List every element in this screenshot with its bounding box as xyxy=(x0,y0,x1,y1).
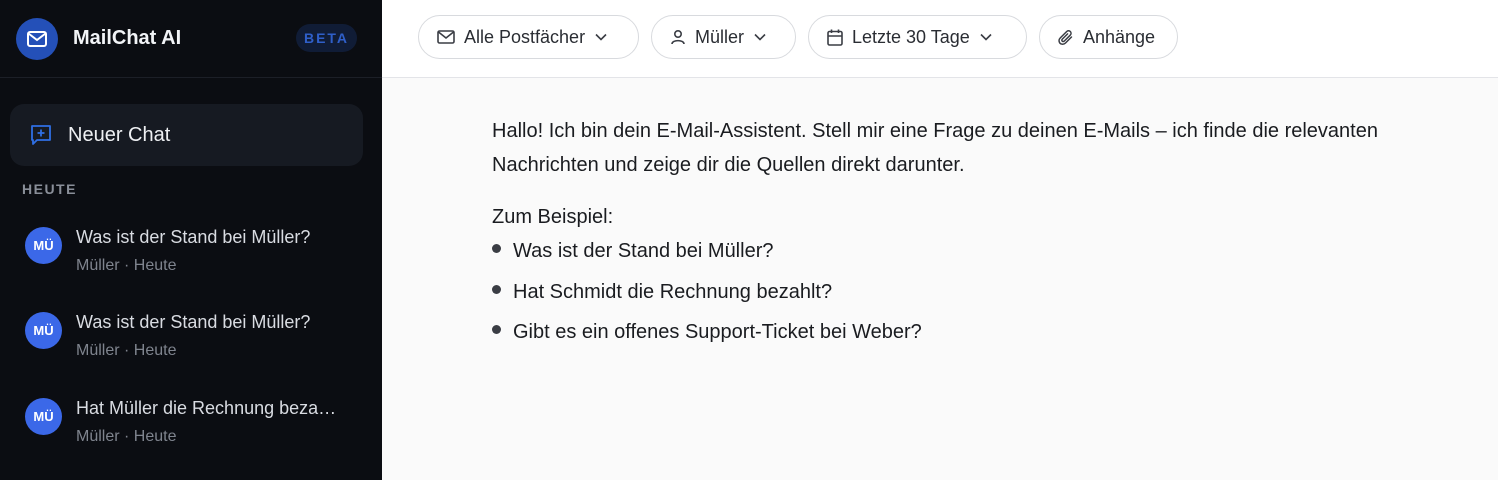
bullet-icon xyxy=(492,284,501,294)
mail-icon xyxy=(437,30,455,44)
chat-history-item[interactable]: MÜ Was ist der Stand bei Müller? Müller … xyxy=(10,227,363,297)
calendar-icon xyxy=(827,29,843,46)
envelope-icon xyxy=(16,17,58,60)
example-question[interactable]: Gibt es ein offenes Support-Ticket bei W… xyxy=(492,318,1472,359)
chat-subtitle: Müller · Heute xyxy=(76,257,177,274)
example-question-text: Was ist der Stand bei Müller? xyxy=(513,240,774,262)
paperclip-icon xyxy=(1058,29,1074,46)
chat-title: Was ist der Stand bei Müller? xyxy=(76,227,311,247)
date-range-filter-dropdown[interactable]: Letzte 30 Tage xyxy=(808,15,1027,59)
date-range-filter-label: Letzte 30 Tage xyxy=(852,26,970,47)
assistant-message: Hallo! Ich bin dein E-Mail-Assistent. St… xyxy=(492,114,1472,359)
mailbox-filter-dropdown[interactable]: Alle Postfächer xyxy=(418,15,639,59)
chat-history-item[interactable]: MÜ Hat Müller die Rechnung bezahlt? Müll… xyxy=(10,398,363,468)
brand-name: MailChat AI xyxy=(73,27,182,49)
chat-subtitle: Müller · Heute xyxy=(76,342,177,359)
chat-history-item[interactable]: MÜ Was ist der Stand bei Müller? Müller … xyxy=(10,312,363,382)
new-chat-icon xyxy=(30,124,52,146)
chat-title: Hat Müller die Rechnung bezahlt? xyxy=(76,398,346,418)
example-heading: Zum Beispiel: xyxy=(492,206,614,228)
example-question-text: Gibt es ein offenes Support-Ticket bei W… xyxy=(513,321,922,343)
user-icon xyxy=(670,29,686,45)
filter-toolbar: Alle Postfächer Müller Letzte 30 Tage An… xyxy=(382,0,1498,78)
chat-title: Was ist der Stand bei Müller? xyxy=(76,312,311,332)
sidebar: MailChat AI BETA Neuer Chat HEUTE MÜ Was… xyxy=(0,0,382,480)
example-question-text: Hat Schmidt die Rechnung bezahlt? xyxy=(513,280,833,303)
new-chat-label: Neuer Chat xyxy=(68,123,171,146)
bullet-icon xyxy=(492,325,501,334)
attachments-filter-label: Anhänge xyxy=(1083,26,1156,47)
contact-filter-dropdown[interactable]: Müller xyxy=(651,15,796,59)
example-question[interactable]: Hat Schmidt die Rechnung bezahlt? xyxy=(492,278,1472,319)
beta-badge: BETA xyxy=(296,24,357,52)
app: MailChat AI BETA Neuer Chat HEUTE MÜ Was… xyxy=(0,0,1498,480)
mailbox-filter-label: Alle Postfächer xyxy=(464,26,586,47)
bullet-icon xyxy=(492,244,501,253)
avatar: MÜ xyxy=(25,227,62,264)
avatar: MÜ xyxy=(25,312,62,349)
brand-header: MailChat AI BETA xyxy=(0,0,382,78)
chevron-down-icon xyxy=(980,33,992,41)
chat-subtitle: Müller · Heute xyxy=(76,428,177,445)
new-chat-button[interactable]: Neuer Chat xyxy=(10,104,363,166)
example-question[interactable]: Was ist der Stand bei Müller? xyxy=(492,237,1472,278)
section-label-today: HEUTE xyxy=(22,181,77,197)
contact-filter-label: Müller xyxy=(695,26,745,47)
chevron-down-icon xyxy=(595,33,607,41)
example-list: Was ist der Stand bei Müller? Hat Schmid… xyxy=(492,237,1472,359)
assistant-intro-text: Hallo! Ich bin dein E-Mail-Assistent. St… xyxy=(492,120,1378,176)
chevron-down-icon xyxy=(754,33,766,41)
avatar: MÜ xyxy=(25,398,62,435)
attachments-filter-toggle[interactable]: Anhänge xyxy=(1039,15,1178,59)
main-panel: Alle Postfächer Müller Letzte 30 Tage An… xyxy=(382,0,1498,480)
